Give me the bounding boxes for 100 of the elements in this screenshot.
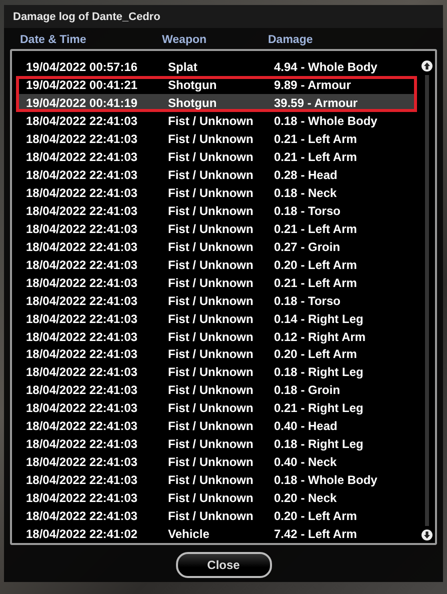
table-cell-text: Fist / Unknown	[168, 240, 254, 254]
table-cell-text: Fist / Unknown	[168, 204, 254, 218]
table-cell-text: 18/04/2022 22:41:03	[25, 294, 138, 308]
table-cell-text: Fist / Unknown	[168, 365, 254, 380]
table-row[interactable]: 18/04/2022 22:41:03 Fist / Unknown 0.12 - Right Arm	[16, 328, 417, 346]
table-row[interactable]: 18/04/2022 22:41:03 Fist / Unknown 0.18 - Whole Body	[16, 471, 417, 490]
table-row[interactable]: 18/04/2022 22:41:03 Fist / Unknown 0.40 - Neck	[16, 453, 417, 472]
table-row[interactable]: 18/04/2022 22:41:03 Fist / Unknown 0.21 - Left Arm	[16, 148, 417, 166]
table-row[interactable]: 18/04/2022 22:41:03 Fist / Unknown 0.40 - Head	[16, 417, 417, 436]
table-cell-text: 18/04/2022 22:41:03	[25, 419, 138, 434]
table-row[interactable]: 18/04/2022 22:41:03 Fist / Unknown 0.21 - Left Arm	[16, 274, 417, 292]
table-cell-text: Shotgun	[168, 96, 218, 110]
table-cell-text: 4.94 - Whole Body	[274, 60, 378, 74]
table-cell-text: 9.89 - Armour	[274, 78, 352, 92]
table-cell-text: 0.40 - Neck	[274, 455, 338, 470]
table-row[interactable]: 18/04/2022 22:41:03 Fist / Unknown 0.18 - Groin	[16, 381, 417, 400]
table-cell-text: Fist / Unknown	[168, 347, 254, 362]
table-row[interactable]: 18/04/2022 22:41:03 Fist / Unknown 0.18 - Right Leg	[16, 363, 417, 382]
table-row[interactable]: 18/04/2022 22:41:03 Fist / Unknown 0.18 - Right Leg	[16, 435, 417, 454]
table-cell-text: 0.21 - Left Arm	[274, 132, 358, 146]
table-cell-text: 18/04/2022 22:41:03	[25, 455, 138, 470]
table-cell-text: 18/04/2022 22:41:02	[25, 527, 138, 542]
table-cell-text: Fist / Unknown	[168, 419, 254, 434]
table-cell-text: 18/04/2022 22:41:03	[25, 365, 138, 380]
table-cell-text: 0.27 - Groin	[274, 240, 342, 254]
table-cell-text: 0.20 - Left Arm	[274, 347, 358, 362]
table-row[interactable]: 18/04/2022 22:41:03 Fist / Unknown 0.18 - Torso	[16, 292, 417, 310]
table-cell-text: Fist / Unknown	[168, 132, 254, 146]
table-cell-text: 0.18 - Whole Body	[274, 114, 378, 128]
table-row[interactable]: 18/04/2022 22:41:03 Fist / Unknown 0.18 - Neck	[16, 184, 417, 202]
table-cell-text: Fist / Unknown	[168, 312, 254, 326]
table-row[interactable]: 18/04/2022 22:41:03 Fist / Unknown 0.21 - Right Leg	[16, 399, 417, 418]
table-cell-text: 18/04/2022 22:41:03	[25, 132, 138, 146]
close-button[interactable]: Close	[176, 552, 272, 578]
table-row[interactable]: 19/04/2022 00:57:16 Splat 4.94 - Whole Body	[16, 58, 417, 76]
scroll-bar[interactable]	[421, 58, 433, 543]
table-row[interactable]: 18/04/2022 22:41:03 Fist / Unknown 0.20 - Left Arm	[16, 346, 417, 364]
table-cell-text: Fist / Unknown	[168, 437, 254, 452]
table-cell-text: Fist / Unknown	[168, 509, 254, 524]
table-row[interactable]: 18/04/2022 22:41:03 Fist / Unknown 0.27 - Groin	[16, 238, 417, 256]
scroll-down-icon[interactable]	[421, 529, 433, 541]
column-header[interactable]: Damage	[268, 34, 437, 46]
selected-row[interactable]: 19/04/2022 00:41:19 Shotgun 39.59 - Armour	[16, 94, 417, 112]
column-header[interactable]: Date & Time	[10, 34, 162, 46]
table-cell-text: Shotgun	[168, 78, 218, 92]
table-cell-text: 19/04/2022 00:41:19	[25, 96, 138, 110]
table-cell-text: 18/04/2022 22:41:03	[25, 509, 138, 524]
table-row[interactable]: 18/04/2022 22:41:03 Fist / Unknown 0.20 - Neck	[16, 489, 417, 508]
table-row[interactable]: 18/04/2022 22:41:03 Fist / Unknown 0.21 - Left Arm	[16, 220, 417, 238]
table-cell-text: 18/04/2022 22:41:03	[25, 114, 138, 128]
table-cell-text: 0.28 - Head	[274, 168, 338, 182]
table-cell-text: 18/04/2022 22:41:03	[25, 276, 138, 290]
table-cell-text: 18/04/2022 22:41:03	[25, 258, 138, 272]
table-cell-text: 18/04/2022 22:41:03	[25, 222, 138, 236]
table-cell-text: 18/04/2022 22:41:03	[25, 312, 138, 326]
table-cell-text: Fist / Unknown	[168, 276, 254, 290]
table-cell-text: 19/04/2022 00:57:16	[25, 60, 138, 74]
table-cell-text: 18/04/2022 22:41:03	[25, 437, 138, 452]
scroll-up-icon[interactable]	[421, 60, 433, 72]
table-cell-text: 18/04/2022 22:41:03	[25, 473, 138, 488]
table-cell-text: Splat	[168, 60, 198, 74]
table-cell-text: 18/04/2022 22:41:03	[25, 383, 138, 398]
table-cell-text: 0.21 - Right Leg	[274, 401, 364, 416]
table-cell-text: Fist / Unknown	[168, 330, 254, 344]
table-cell-text: Fist / Unknown	[168, 258, 254, 272]
table-cell-text: Fist / Unknown	[168, 294, 254, 308]
table-cell-text: Fist / Unknown	[168, 114, 254, 128]
table-cell-text: 0.18 - Neck	[274, 186, 338, 200]
table-cell-text: Fist / Unknown	[168, 401, 254, 416]
table-cell-text: 0.18 - Torso	[274, 294, 342, 308]
table-cell-text: 18/04/2022 22:41:03	[25, 401, 138, 416]
table-cell-text: 0.18 - Right Leg	[274, 365, 364, 380]
table-cell-text: Fist / Unknown	[168, 168, 254, 182]
table-cell-text: 0.21 - Left Arm	[274, 222, 358, 236]
table-cell-text: 0.12 - Right Arm	[274, 330, 367, 344]
table-cell-text: 0.18 - Groin	[274, 383, 342, 398]
table-cell-text: 0.21 - Left Arm	[274, 150, 358, 164]
column-header[interactable]: Weapon	[162, 34, 268, 46]
table-cell-text: 18/04/2022 22:41:03	[25, 347, 138, 362]
table-cell-text: Fist / Unknown	[168, 491, 254, 506]
table-cell-text: 18/04/2022 22:41:03	[25, 186, 138, 200]
table-row[interactable]: 18/04/2022 22:41:03 Fist / Unknown 0.18 - Torso	[16, 202, 417, 220]
table-cell-text: Fist / Unknown	[168, 186, 254, 200]
table-cell-text: Fist / Unknown	[168, 383, 254, 398]
table-row[interactable]: 18/04/2022 22:41:03 Fist / Unknown 0.20 - Left Arm	[16, 256, 417, 274]
table-cell-text: 0.20 - Neck	[274, 491, 338, 506]
table-cell-text: Fist / Unknown	[168, 473, 254, 488]
table-row[interactable]: 19/04/2022 00:41:21 Shotgun 9.89 - Armour	[16, 76, 417, 94]
table-row[interactable]: 18/04/2022 22:41:03 Fist / Unknown 0.18 - Whole Body	[16, 112, 417, 130]
table-row[interactable]: 18/04/2022 22:41:03 Fist / Unknown 0.20 - Left Arm	[16, 507, 417, 526]
table-cell-text: Fist / Unknown	[168, 150, 254, 164]
table-cell-text: 18/04/2022 22:41:03	[25, 168, 138, 182]
table-cell-text: 0.21 - Left Arm	[274, 276, 358, 290]
table-row[interactable]: 18/04/2022 22:41:03 Fist / Unknown 0.14 - Right Leg	[16, 310, 417, 328]
table-cell-text: 18/04/2022 22:41:03	[25, 240, 138, 254]
table-cell-text: 0.14 - Right Leg	[274, 312, 364, 326]
table-row[interactable]: 18/04/2022 22:41:03 Fist / Unknown 0.28 - Head	[16, 166, 417, 184]
table-cell-text: 0.40 - Head	[274, 419, 338, 434]
table-row[interactable]: 18/04/2022 22:41:02 Vehicle 7.42 - Left Arm	[16, 525, 417, 544]
table-row[interactable]: 18/04/2022 22:41:03 Fist / Unknown 0.21 - Left Arm	[16, 130, 417, 148]
